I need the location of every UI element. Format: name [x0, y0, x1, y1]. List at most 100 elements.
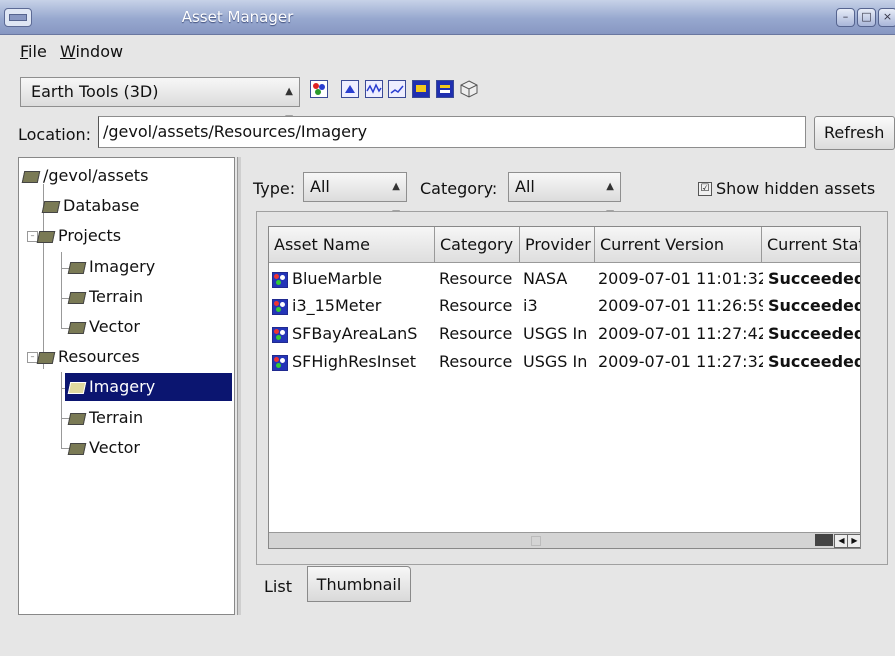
tree-item-resources-imagery[interactable]: Imagery [67, 372, 157, 402]
asset-tree[interactable]: /gevol/assets Database – Projects Imagery… [18, 157, 235, 615]
asset-table[interactable]: Asset Name Category Provider Current Ver… [268, 226, 861, 549]
cube-shape-icon [460, 80, 478, 98]
tree-item-resources[interactable]: – Resources [27, 342, 142, 372]
open-folder-icon [36, 230, 56, 243]
green-dot-icon [315, 89, 321, 95]
tree-item-label: Vector [89, 317, 140, 336]
horizontal-scrollbar[interactable]: ◀ ▶ [269, 532, 860, 548]
asset-name: SFBayAreaLanS [292, 324, 418, 343]
tree-item-label: Imagery [89, 377, 156, 396]
imagery-project-icon[interactable] [412, 80, 430, 98]
tree-item-projects[interactable]: – Projects [27, 221, 123, 251]
table-row[interactable]: BlueMarble Resource NASA 2009-07-01 11:0… [269, 266, 860, 292]
tree-item-label: Vector [89, 438, 140, 457]
category-combo[interactable]: All ▲▼ [508, 172, 621, 220]
scrollbar-grip-icon [531, 536, 541, 546]
vector-resource-icon[interactable] [365, 80, 383, 98]
menu-window-mnemonic: W [60, 42, 76, 61]
location-input[interactable]: /gevol/assets/Resources/Imagery [98, 116, 806, 148]
imagery-resource-icon [272, 326, 288, 343]
tree-item-label: Terrain [89, 287, 144, 306]
minimize-button[interactable]: – [836, 8, 855, 27]
location-label: Location: [18, 125, 92, 144]
map-line-icon [390, 85, 404, 94]
tree-item-database[interactable]: Database [41, 191, 141, 221]
scroll-right-button[interactable]: ▶ [847, 534, 860, 548]
tab-thumbnail[interactable]: Thumbnail [307, 566, 411, 602]
column-header-asset-name[interactable]: Asset Name [269, 227, 435, 263]
tree-line [61, 252, 62, 329]
type-combo[interactable]: All ▲▼ [303, 172, 407, 220]
tree-item-label: Imagery [89, 257, 156, 276]
scrollbar-thumb[interactable] [815, 534, 833, 546]
version-cell: 2009-07-01 11:27:32 [598, 352, 763, 371]
menu-window-label: indow [75, 42, 124, 61]
tree-item-label: Terrain [89, 408, 144, 427]
terrain-resource-icon[interactable] [341, 80, 359, 98]
tree-item-projects-terrain[interactable]: Terrain [67, 282, 145, 312]
folder-icon [67, 412, 87, 425]
maximize-button[interactable]: □ [857, 8, 876, 27]
asset-name: BlueMarble [292, 269, 383, 288]
category-cell: Resource [439, 324, 513, 343]
state-cell: Succeeded [768, 324, 861, 343]
category-label: Category: [420, 179, 498, 198]
map-icon[interactable] [388, 80, 406, 98]
tree-item-projects-vector[interactable]: Vector [67, 312, 142, 342]
triangle-icon [345, 85, 355, 93]
folder-icon [67, 442, 87, 455]
tree-item-root[interactable]: /gevol/assets [21, 161, 150, 191]
version-cell: 2009-07-01 11:26:59 [598, 296, 763, 315]
toolset-value: Earth Tools (3D) [31, 82, 159, 101]
menu-file-label: ile [28, 42, 47, 61]
database-icon[interactable] [436, 80, 454, 98]
imagery-resource-icon [272, 354, 288, 371]
state-cell: Succeeded [768, 269, 861, 288]
tree-item-resources-vector[interactable]: Vector [67, 433, 142, 463]
cube-icon[interactable] [460, 80, 478, 98]
window-title: Asset Manager [181, 8, 294, 26]
yellow-chart-icon [416, 85, 426, 92]
open-folder-icon [36, 351, 56, 364]
asset-name-cell: SFHighResInset [272, 349, 432, 375]
db-stripe-icon [440, 90, 450, 93]
state-cell: Succeeded [768, 296, 861, 315]
category-value: All [515, 177, 535, 196]
folder-icon [67, 321, 87, 334]
close-button[interactable]: × [878, 8, 895, 27]
tree-item-label: Database [63, 196, 140, 215]
tree-item-label: Projects [58, 226, 122, 245]
toolset-combo[interactable]: Earth Tools (3D) ▲▼ [20, 77, 300, 125]
tree-item-projects-imagery[interactable]: Imagery [67, 252, 157, 282]
table-row[interactable]: SFBayAreaLanS Resource USGS In 2009-07-0… [269, 321, 860, 347]
state-cell: Succeeded [768, 352, 861, 371]
tree-item-resources-terrain[interactable]: Terrain [67, 403, 145, 433]
imagery-resource-icon[interactable] [310, 80, 328, 98]
panel-splitter[interactable] [237, 157, 241, 615]
show-hidden-checkbox[interactable]: ☑ [698, 182, 712, 196]
provider-cell: i3 [523, 296, 538, 315]
menu-window[interactable]: Window [60, 42, 123, 61]
menu-file[interactable]: File [20, 42, 47, 61]
column-header-category[interactable]: Category [435, 227, 520, 263]
refresh-button[interactable]: Refresh [814, 116, 895, 150]
checkmark-icon: ☑ [700, 183, 710, 194]
table-row[interactable]: i3_15Meter Resource i3 2009-07-01 11:26:… [269, 293, 860, 319]
waveform-icon [366, 83, 382, 94]
db-stripe-icon [440, 85, 450, 88]
version-cell: 2009-07-01 11:01:32 [598, 269, 763, 288]
version-cell: 2009-07-01 11:27:42 [598, 324, 763, 343]
type-label: Type: [253, 179, 296, 198]
category-cell: Resource [439, 296, 513, 315]
column-header-current-version[interactable]: Current Version [595, 227, 762, 263]
asset-name: SFHighResInset [292, 352, 417, 371]
asset-name: i3_15Meter [292, 296, 382, 315]
tab-list[interactable]: List [250, 572, 306, 602]
folder-icon [67, 381, 87, 394]
column-header-provider[interactable]: Provider [520, 227, 595, 263]
asset-name-cell: SFBayAreaLanS [272, 321, 432, 347]
table-row[interactable]: SFHighResInset Resource USGS In 2009-07-… [269, 349, 860, 375]
column-header-current-state[interactable]: Current Stat [762, 227, 860, 263]
folder-icon [41, 200, 61, 213]
asset-name-cell: i3_15Meter [272, 293, 432, 319]
